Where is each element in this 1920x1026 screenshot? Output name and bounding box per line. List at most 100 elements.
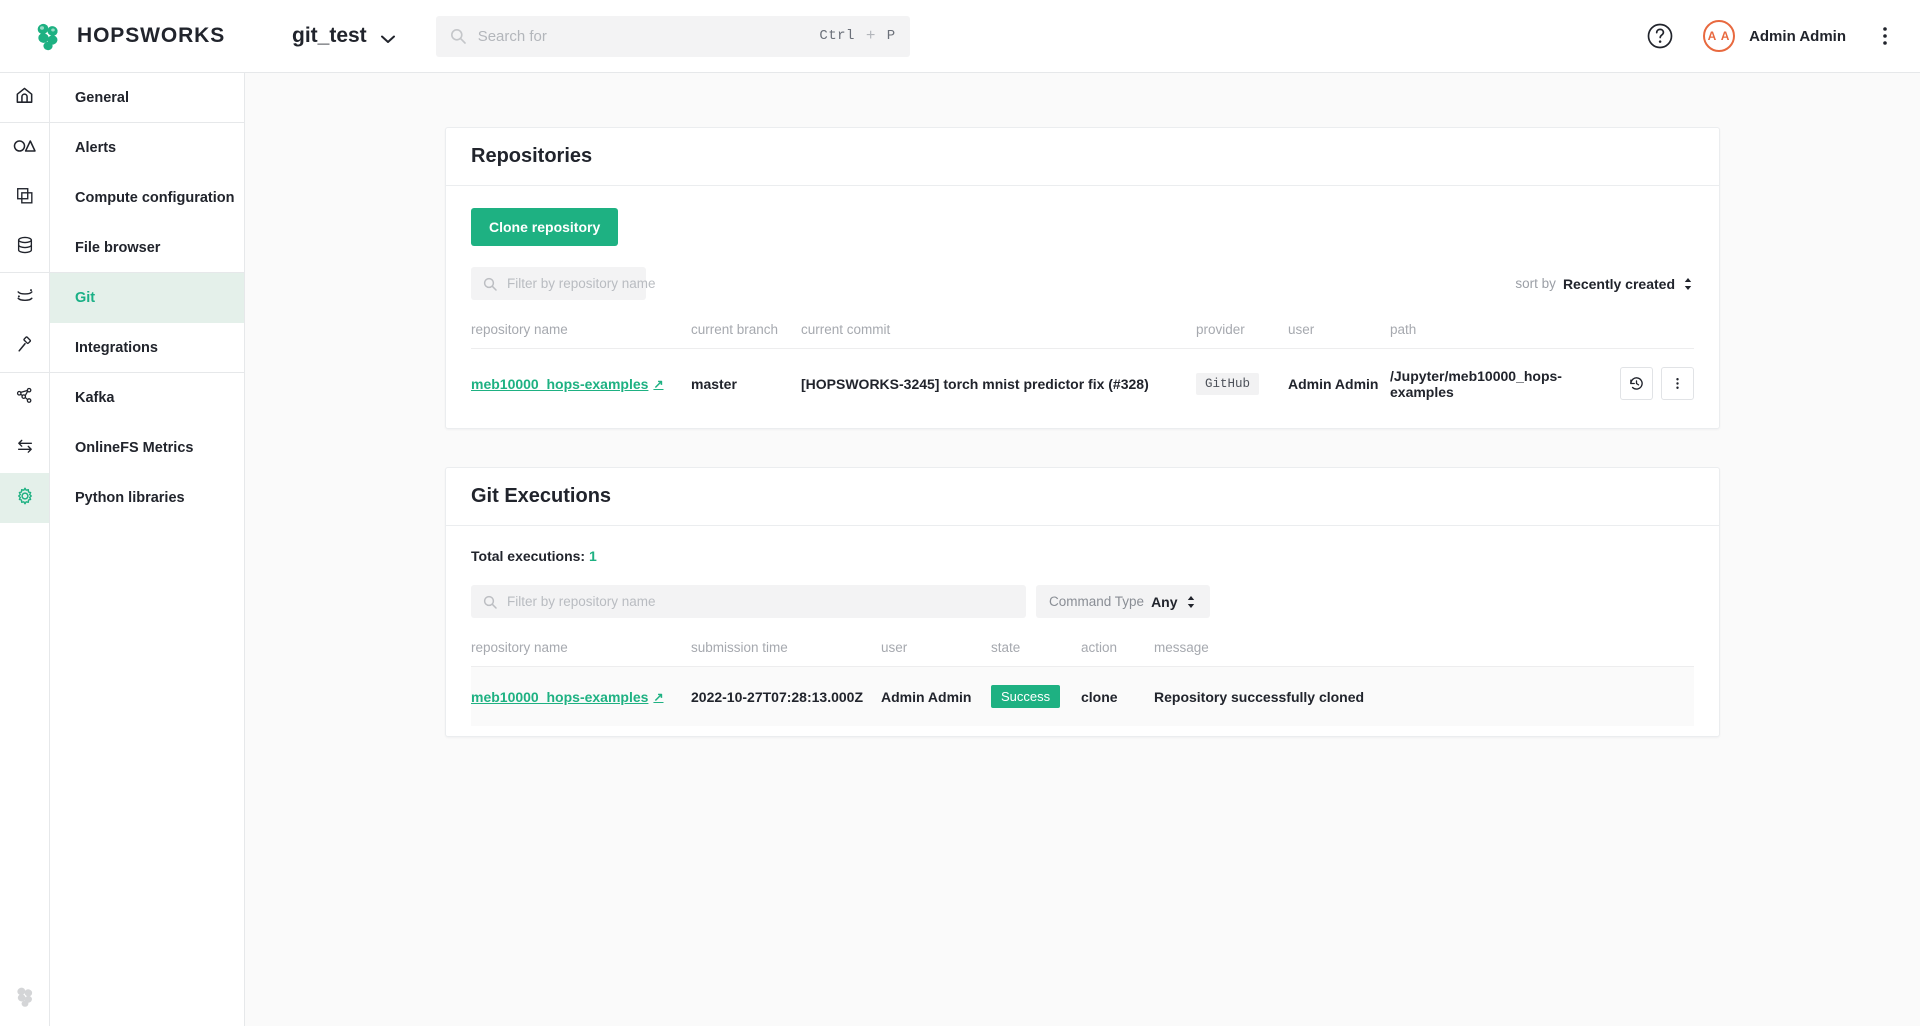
executions-filter-input[interactable] [507,594,1014,609]
chevron-down-icon [380,31,396,41]
row-actions [1620,367,1694,400]
sidebar-item-git[interactable]: Git [50,273,244,323]
external-link-icon: ↗ [653,690,663,704]
brand[interactable]: HOPSWORKS [32,20,254,52]
col-repository-name: repository name [471,640,691,667]
repositories-filter-input[interactable] [507,276,684,291]
rail-item-integrations[interactable] [0,323,49,373]
total-executions-label: Total executions: [471,548,585,564]
onlinefs-icon [15,436,35,461]
sidebar-item-label: Kafka [75,390,115,406]
rail-item-compute-configuration[interactable] [0,173,49,223]
repository-link[interactable]: meb10000_hops-examples ↗ [471,689,664,705]
rail-item-onlinefs-metrics[interactable] [0,423,49,473]
search-icon [483,277,497,291]
cell-repository-name: meb10000_hops-examples ↗ [471,667,691,727]
body: General Alerts Compute configuration Fil… [0,73,1920,1026]
more-vertical-icon[interactable] [1661,367,1694,400]
project-selector[interactable]: git_test [292,24,396,48]
total-executions: Total executions: 1 [471,548,1694,564]
rail-spacer [0,523,49,970]
col-action: action [1081,640,1154,667]
table-header-row: repository name submission time user sta… [471,640,1694,667]
col-submission-time: submission time [691,640,881,667]
sidebar-item-python-libraries[interactable]: Python libraries [50,473,244,523]
icon-rail [0,73,50,1026]
git-executions-title: Git Executions [471,485,611,508]
sidebar-item-onlinefs-metrics[interactable]: OnlineFS Metrics [50,423,244,473]
compute-icon [15,186,35,211]
more-vertical-icon[interactable] [1872,23,1898,49]
external-link-icon: ↗ [653,377,663,391]
sidebar: General Alerts Compute configuration Fil… [50,73,245,1026]
col-user: user [1288,322,1390,349]
table-row[interactable]: meb10000_hops-examples ↗ master [HOPSWOR… [471,349,1694,419]
alerts-icon [13,138,37,159]
kafka-icon [15,386,35,411]
rail-item-general[interactable] [0,73,49,123]
col-user: user [881,640,991,667]
sidebar-item-file-browser[interactable]: File browser [50,223,244,273]
git-executions-card-body: Total executions: 1 [446,526,1719,736]
rail-item-git[interactable] [0,273,49,323]
repositories-card: Repositories Clone repository [445,127,1720,429]
sidebar-item-label: General [75,90,129,106]
repositories-table: repository name current branch current c… [471,322,1694,418]
cell-user: Admin Admin [881,667,991,727]
command-type-label: Command Type [1049,594,1144,609]
repository-link[interactable]: meb10000_hops-examples ↗ [471,376,664,392]
repositories-toolbar: sort by Recently created [471,267,1694,300]
rail-bottom-logo[interactable] [0,970,49,1026]
rail-item-alerts[interactable] [0,123,49,173]
col-repository-name: repository name [471,322,691,349]
sidebar-item-label: Alerts [75,140,116,156]
clone-repository-button[interactable]: Clone repository [471,208,618,246]
app-root: HOPSWORKS git_test Ctrl + P [0,0,1920,1026]
sidebar-item-kafka[interactable]: Kafka [50,373,244,423]
sort-by-value: Recently created [1563,276,1675,292]
provider-badge: GitHub [1196,373,1259,395]
sidebar-item-alerts[interactable]: Alerts [50,123,244,173]
executions-filter[interactable] [471,585,1026,618]
command-type-select[interactable]: Command Type Any [1036,585,1210,618]
sidebar-item-label: Git [75,290,95,306]
cell-submission-time: 2022-10-27T07:28:13.000Z [691,667,881,727]
cell-actions [1620,349,1694,419]
repositories-filter[interactable] [471,267,646,300]
rail-item-file-browser[interactable] [0,223,49,273]
sidebar-item-compute-configuration[interactable]: Compute configuration [50,173,244,223]
chevron-updown-icon [1682,276,1694,292]
col-current-commit: current commit [801,322,1196,349]
home-icon [14,85,35,111]
rail-item-kafka[interactable] [0,373,49,423]
sidebar-item-general[interactable]: General [50,73,244,123]
repository-link-label: meb10000_hops-examples [471,376,648,392]
cell-provider: GitHub [1196,349,1288,419]
repositories-card-header: Repositories [446,128,1719,186]
col-actions [1620,322,1694,349]
sort-by-select[interactable]: sort by Recently created [1515,276,1694,292]
col-provider: provider [1196,322,1288,349]
question-circle-icon[interactable] [1645,21,1675,51]
repositories-card-body: Clone repository [446,186,1719,428]
git-executions-card-header: Git Executions [446,468,1719,526]
search-input[interactable] [478,28,820,45]
global-search[interactable]: Ctrl + P [436,16,910,57]
rail-item-python-libraries[interactable] [0,473,49,523]
cell-current-branch: master [691,349,801,419]
gear-icon [15,486,35,511]
sidebar-item-integrations[interactable]: Integrations [50,323,244,373]
git-executions-table: repository name submission time user sta… [471,640,1694,726]
history-icon[interactable] [1620,367,1653,400]
top-bar-right: A A Admin Admin [1645,20,1898,52]
project-name: git_test [292,24,367,48]
user-menu[interactable]: A A Admin Admin [1703,20,1846,52]
status-badge: Success [991,685,1060,708]
search-icon [450,28,466,44]
repository-link-label: meb10000_hops-examples [471,689,648,705]
table-row[interactable]: meb10000_hops-examples ↗ 2022-10-27T07:2… [471,667,1694,727]
total-executions-count: 1 [589,548,597,564]
sidebar-item-label: OnlineFS Metrics [75,440,193,456]
search-shortcut-hint: Ctrl + P [819,27,895,45]
col-state: state [991,640,1081,667]
